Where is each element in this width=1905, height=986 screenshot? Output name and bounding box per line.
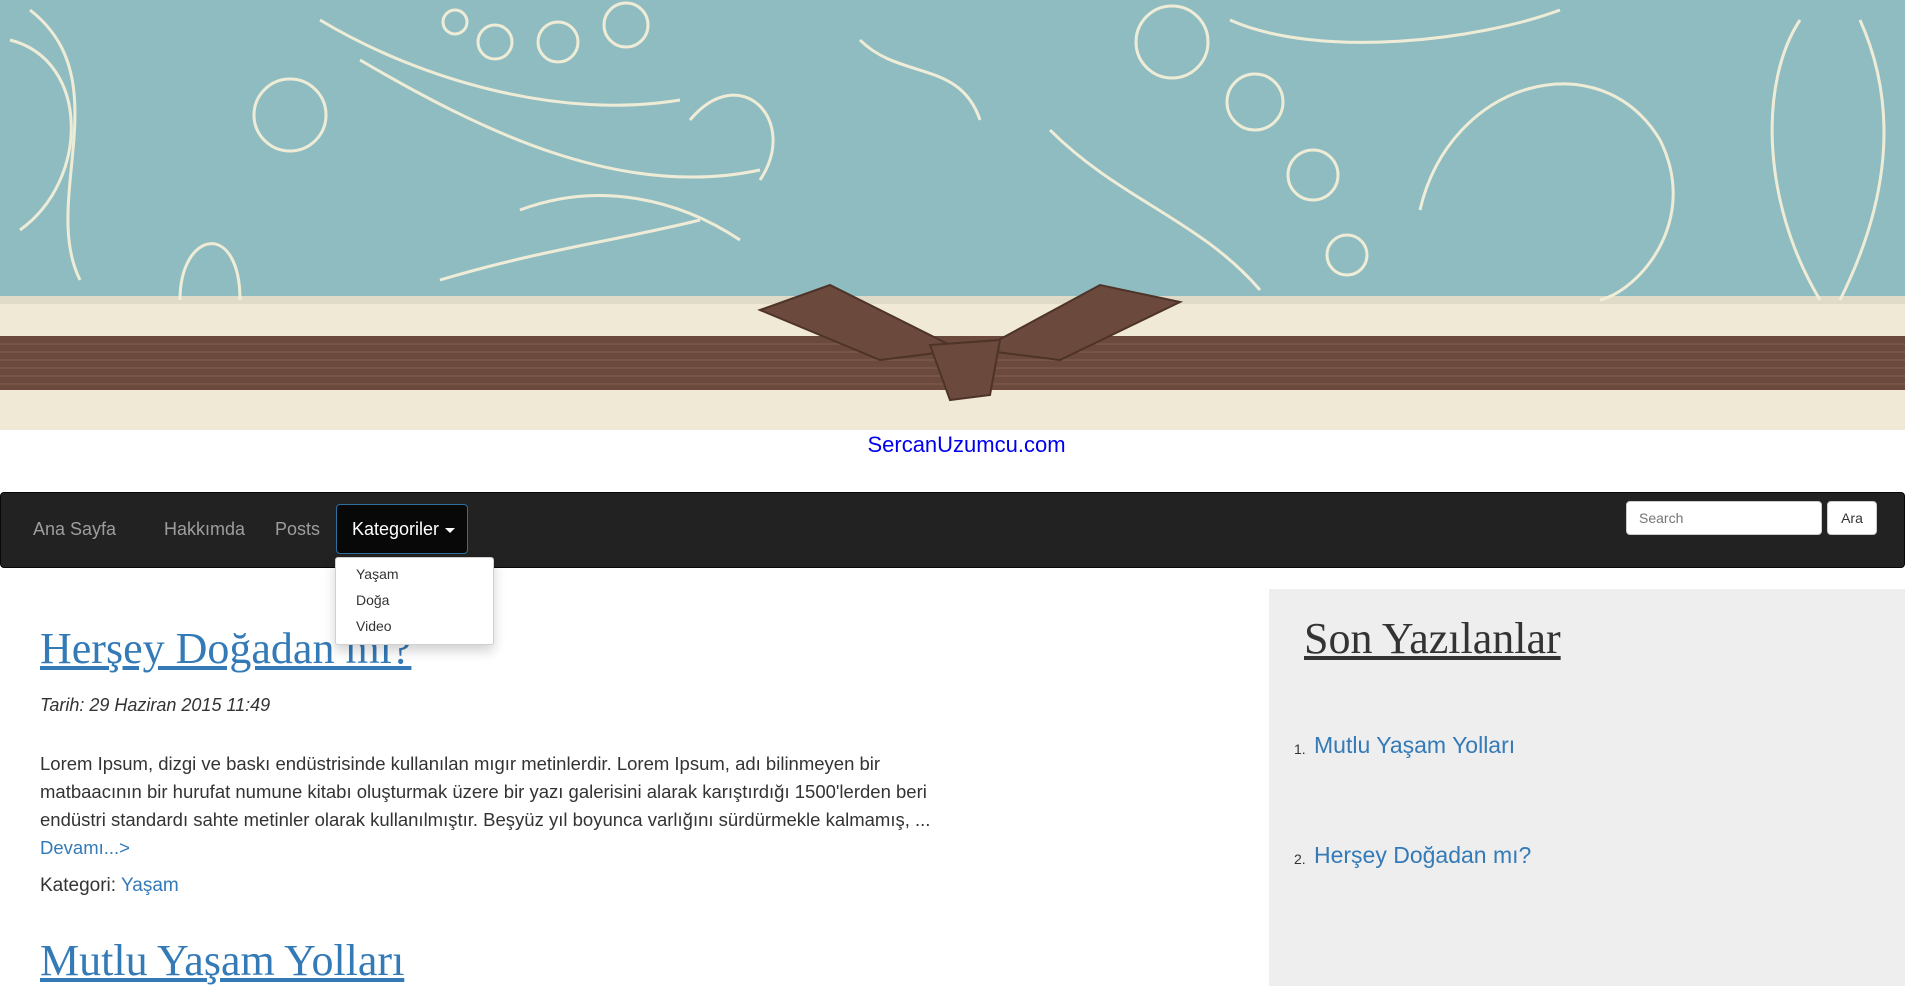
header-banner [0, 0, 1905, 430]
search-input[interactable] [1626, 501, 1822, 535]
list-item-number: 1. [1294, 741, 1306, 757]
categories-dropdown-menu: Yaşam Doğa Video [335, 557, 494, 645]
caret-down-icon [445, 527, 456, 533]
nav-posts[interactable]: Posts [275, 519, 320, 540]
post-title[interactable]: Mutlu Yaşam Yolları [40, 935, 404, 986]
post-category: Kategori: Yaşam [40, 875, 179, 897]
site-title-link[interactable]: SercanUzumcu.com [0, 432, 1905, 458]
post-excerpt: Lorem Ipsum, dizgi ve baskı endüstrisind… [40, 750, 980, 862]
main-navbar: Ana Sayfa Hakkımda Posts Kategoriler Ara [0, 492, 1905, 568]
list-item-number: 2. [1294, 851, 1306, 867]
dropdown-item-yasam[interactable]: Yaşam [356, 566, 399, 582]
post-date: Tarih: 29 Haziran 2015 11:49 [40, 695, 271, 715]
dropdown-item-doga[interactable]: Doğa [356, 592, 389, 608]
dropdown-item-video[interactable]: Video [356, 618, 392, 634]
post-category-link[interactable]: Yaşam [121, 875, 179, 896]
banner-illustration [0, 0, 1905, 430]
post-category-label: Kategori: [40, 875, 117, 896]
sidebar-heading: Son Yazılanlar [1304, 614, 1561, 663]
categories-dropdown-label: Kategoriler [352, 519, 440, 539]
recent-posts-sidebar: Son Yazılanlar 1. Mutlu Yaşam Yolları 2.… [1269, 589, 1905, 986]
read-more-link[interactable]: Devamı...> [40, 837, 130, 858]
search-button[interactable]: Ara [1827, 501, 1877, 535]
nav-about[interactable]: Hakkımda [164, 519, 245, 540]
post-excerpt-text: Lorem Ipsum, dizgi ve baskı endüstrisind… [40, 753, 931, 830]
recent-post-link[interactable]: Herşey Doğadan mı? [1314, 842, 1531, 869]
nav-home[interactable]: Ana Sayfa [33, 519, 116, 540]
categories-dropdown-toggle[interactable]: Kategoriler [336, 504, 468, 554]
recent-post-link[interactable]: Mutlu Yaşam Yolları [1314, 732, 1515, 759]
